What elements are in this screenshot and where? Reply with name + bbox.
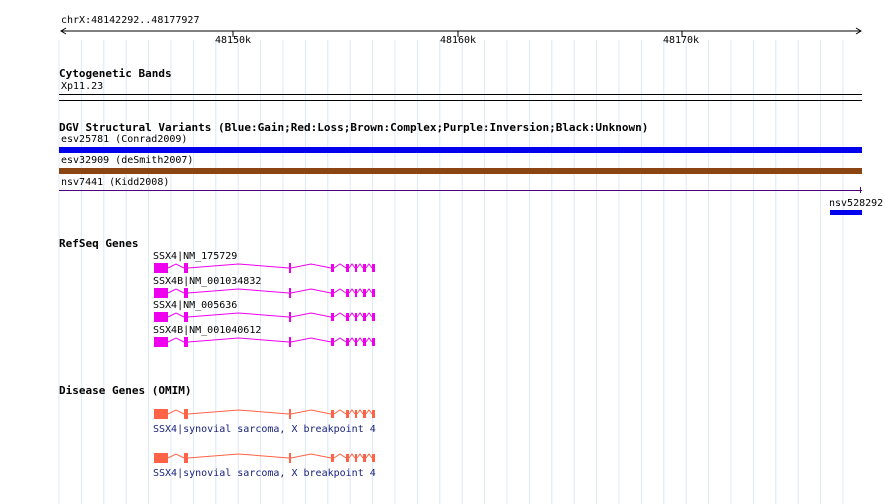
exon	[154, 263, 168, 273]
exon	[355, 338, 357, 346]
intron	[356, 453, 364, 459]
intron	[167, 288, 185, 294]
exon	[363, 264, 366, 272]
intron	[356, 263, 364, 269]
exon	[331, 289, 334, 297]
exon	[289, 409, 291, 419]
intron	[290, 409, 332, 415]
intron	[365, 288, 373, 294]
omim-gene-model	[154, 409, 375, 419]
refseq-gene-model	[154, 337, 375, 347]
exon	[154, 312, 168, 322]
exon	[372, 410, 375, 418]
intron	[167, 409, 185, 415]
intron	[348, 263, 356, 269]
intron	[356, 288, 364, 294]
intron	[365, 409, 373, 415]
intron	[356, 312, 364, 318]
exon	[154, 337, 168, 347]
intron	[365, 453, 373, 459]
exon	[346, 264, 349, 272]
exon	[289, 312, 291, 322]
refseq-gene-model	[154, 312, 375, 322]
intron	[167, 337, 185, 343]
intron	[333, 337, 347, 343]
exon	[372, 454, 375, 462]
intron	[290, 263, 332, 269]
intron	[348, 453, 356, 459]
exon	[346, 454, 349, 462]
exon	[331, 410, 334, 418]
intron	[187, 453, 290, 459]
intron	[167, 263, 185, 269]
intron	[167, 312, 185, 318]
exon	[154, 409, 168, 419]
exon	[289, 453, 291, 463]
intron	[365, 337, 373, 343]
exon	[372, 313, 375, 321]
exon	[363, 338, 366, 346]
exon	[355, 313, 357, 321]
intron	[333, 312, 347, 318]
exon	[289, 288, 291, 298]
exon	[184, 312, 188, 322]
exon	[331, 313, 334, 321]
exon	[184, 288, 188, 298]
intron	[356, 409, 364, 415]
exon	[355, 289, 357, 297]
exon	[154, 453, 168, 463]
intron	[187, 312, 290, 318]
intron	[348, 312, 356, 318]
exon	[331, 338, 334, 346]
exon	[346, 410, 349, 418]
exon	[289, 337, 291, 347]
exon	[154, 288, 168, 298]
intron	[348, 409, 356, 415]
intron	[333, 288, 347, 294]
intron	[333, 453, 347, 459]
intron	[365, 263, 373, 269]
refseq-gene-model	[154, 288, 375, 298]
intron	[187, 263, 290, 269]
intron	[290, 337, 332, 343]
intron	[356, 337, 364, 343]
exon	[372, 264, 375, 272]
intron	[187, 337, 290, 343]
exon	[355, 454, 357, 462]
intron	[187, 288, 290, 294]
exon	[355, 264, 357, 272]
exon	[363, 454, 366, 462]
intron	[290, 312, 332, 318]
gene-models	[154, 263, 375, 463]
exon	[184, 263, 188, 273]
exon	[355, 410, 357, 418]
refseq-gene-model	[154, 263, 375, 273]
intron	[348, 337, 356, 343]
exon	[346, 289, 349, 297]
exon	[363, 410, 366, 418]
intron	[348, 288, 356, 294]
exon	[184, 453, 188, 463]
intron	[290, 453, 332, 459]
exon	[331, 264, 334, 272]
exon	[184, 337, 188, 347]
intron	[290, 288, 332, 294]
exon	[372, 289, 375, 297]
exon	[184, 409, 188, 419]
exon	[289, 263, 291, 273]
exon	[363, 289, 366, 297]
intron	[187, 409, 290, 415]
intron	[365, 312, 373, 318]
intron	[333, 409, 347, 415]
intron	[167, 453, 185, 459]
exon	[363, 313, 366, 321]
intron	[333, 263, 347, 269]
omim-gene-model	[154, 453, 375, 463]
exon	[346, 338, 349, 346]
exon	[372, 338, 375, 346]
exon	[346, 313, 349, 321]
exon	[331, 454, 334, 462]
